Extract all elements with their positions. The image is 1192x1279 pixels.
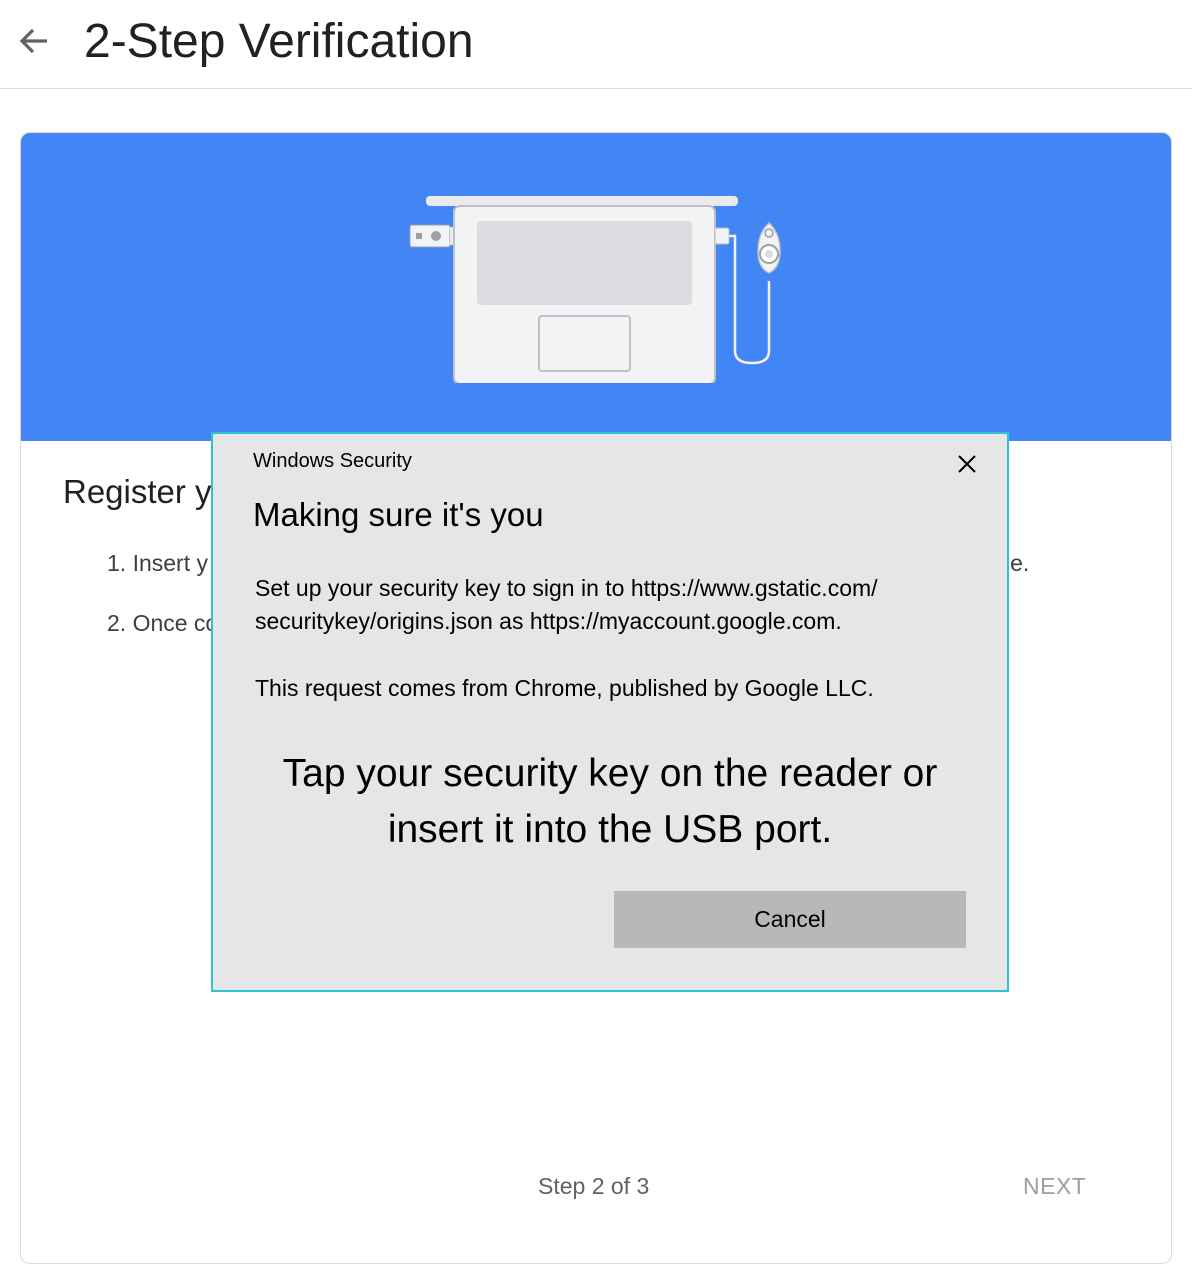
dialog-request-source: This request comes from Chrome, publishe… bbox=[255, 675, 874, 701]
back-button[interactable] bbox=[14, 20, 56, 62]
arrow-back-icon bbox=[19, 28, 47, 54]
dialog-prompt-line2: insert it into the USB port. bbox=[387, 808, 833, 851]
windows-security-dialog: Windows Security Making sure it's you Se… bbox=[211, 432, 1009, 992]
page-title: 2-Step Verification bbox=[84, 15, 474, 68]
step-indicator: Step 2 of 3 bbox=[538, 1173, 650, 1199]
instruction-list: 1. Insert y 2. Once co bbox=[107, 545, 218, 665]
next-button[interactable]: NEXT bbox=[1011, 1167, 1098, 1206]
app-header: 2-Step Verification bbox=[0, 0, 1192, 89]
cancel-button[interactable]: Cancel bbox=[614, 891, 966, 948]
dialog-app-name: Windows Security bbox=[253, 450, 412, 472]
close-button[interactable] bbox=[947, 444, 987, 484]
laptop-security-key-illustration bbox=[409, 196, 781, 383]
dialog-description-line1: Set up your security key to sign in to h… bbox=[255, 575, 878, 601]
card-heading: Register y bbox=[63, 473, 212, 510]
list-item: 2. Once co bbox=[107, 610, 219, 636]
dialog-description: Set up your security key to sign in to h… bbox=[255, 572, 955, 638]
dialog-prompt-line1: Tap your security key on the reader or bbox=[282, 752, 938, 795]
dialog-title: Making sure it's you bbox=[253, 496, 544, 533]
close-icon bbox=[958, 455, 976, 473]
dialog-prompt: Tap your security key on the reader or i… bbox=[213, 746, 1007, 858]
dialog-description-line2: securitykey/origins.json as https://myac… bbox=[255, 608, 842, 634]
illustration-banner bbox=[21, 133, 1171, 441]
list-item: 1. Insert y bbox=[107, 550, 208, 576]
